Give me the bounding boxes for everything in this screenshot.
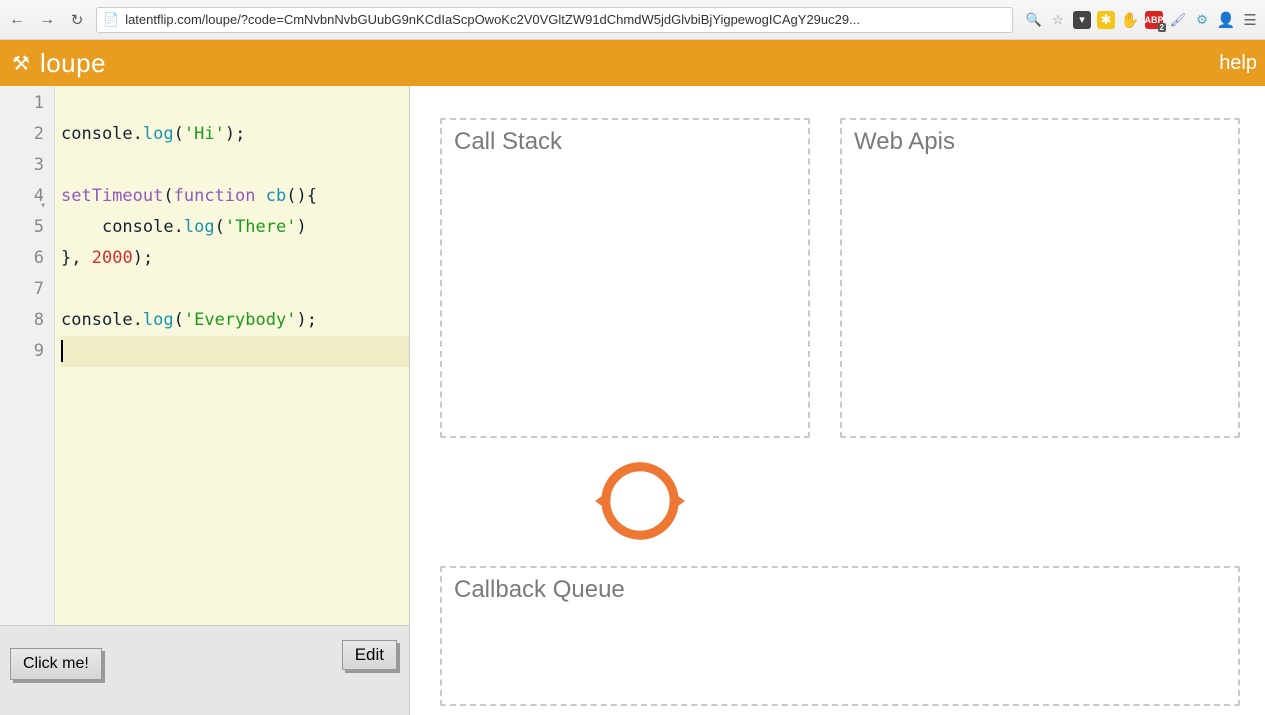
callback-queue-panel: Callback Queue bbox=[440, 566, 1240, 706]
callback-queue-title: Callback Queue bbox=[442, 568, 1238, 612]
line-number: 6 bbox=[0, 243, 44, 274]
zoom-icon[interactable]: 🔍 bbox=[1025, 11, 1043, 29]
privacy-mask-icon[interactable]: 👤 bbox=[1217, 11, 1235, 29]
click-me-button[interactable]: Click me! bbox=[10, 648, 102, 680]
code-line[interactable] bbox=[61, 150, 409, 181]
url-text: latentflip.com/loupe/?code=CmNvbnNvbGUub… bbox=[125, 12, 860, 27]
code-line[interactable]: console.log('There') bbox=[61, 212, 409, 243]
editor-pane: Save +↖ Run 123456789 console.log('Hi');… bbox=[0, 86, 410, 715]
back-button[interactable]: ← bbox=[6, 9, 28, 31]
extension-icons: 🔍 ☆ ▾ ✱ ✋ ABP 🖌 ⚙ 👤 ☰ bbox=[1021, 11, 1259, 29]
call-stack-title: Call Stack bbox=[442, 120, 808, 164]
pocket-icon[interactable]: ▾ bbox=[1073, 11, 1091, 29]
ublock-icon[interactable]: ✋ bbox=[1121, 11, 1139, 29]
code-line[interactable]: setTimeout(function cb(){ bbox=[61, 181, 409, 212]
web-apis-panel: Web Apis bbox=[840, 118, 1240, 438]
code-line[interactable]: console.log('Hi'); bbox=[61, 119, 409, 150]
code-line[interactable]: }, 2000); bbox=[61, 243, 409, 274]
help-link[interactable]: help bbox=[1219, 52, 1257, 75]
line-number: 9 bbox=[0, 336, 44, 367]
line-number: 5 bbox=[0, 212, 44, 243]
line-gutter: 123456789 bbox=[0, 86, 55, 625]
line-number: 3 bbox=[0, 150, 44, 181]
browser-toolbar: ← → ↻ 📄 latentflip.com/loupe/?code=CmNvb… bbox=[0, 0, 1265, 40]
line-number: 2 bbox=[0, 119, 44, 150]
bookmark-star-icon[interactable]: ☆ bbox=[1049, 11, 1067, 29]
address-bar[interactable]: 📄 latentflip.com/loupe/?code=CmNvbnNvbGU… bbox=[96, 7, 1013, 33]
call-stack-panel: Call Stack bbox=[440, 118, 810, 438]
text-cursor bbox=[61, 340, 63, 362]
code-line[interactable] bbox=[61, 88, 409, 119]
web-apis-title: Web Apis bbox=[842, 120, 1238, 164]
code-area[interactable]: console.log('Hi'); setTimeout(function cb… bbox=[55, 86, 409, 625]
adblock-plus-icon[interactable]: ABP bbox=[1145, 11, 1163, 29]
page-icon: 📄 bbox=[103, 12, 119, 28]
chrome-menu-icon[interactable]: ☰ bbox=[1241, 11, 1259, 29]
line-number: 8 bbox=[0, 305, 44, 336]
line-number: 4 bbox=[0, 181, 44, 212]
bug-icon[interactable]: ⚙ bbox=[1193, 11, 1211, 29]
line-number: 7 bbox=[0, 274, 44, 305]
code-line[interactable]: console.log('Everybody'); bbox=[61, 305, 409, 336]
app-header: ⚒ loupe help bbox=[0, 40, 1265, 86]
reload-button[interactable]: ↻ bbox=[66, 9, 88, 31]
line-number: 1 bbox=[0, 88, 44, 119]
event-loop-icon bbox=[590, 456, 690, 546]
code-line[interactable] bbox=[61, 274, 409, 305]
color-picker-icon[interactable]: 🖌 bbox=[1169, 11, 1187, 29]
code-line[interactable] bbox=[61, 336, 409, 367]
editor-footer: Click me! Edit bbox=[0, 625, 409, 715]
app-title: loupe bbox=[40, 48, 106, 79]
extension-puzzle-icon[interactable]: ✱ bbox=[1097, 11, 1115, 29]
tools-icon: ⚒ bbox=[12, 51, 30, 76]
forward-button[interactable]: → bbox=[36, 9, 58, 31]
code-editor[interactable]: Save +↖ Run 123456789 console.log('Hi');… bbox=[0, 86, 409, 625]
edit-button[interactable]: Edit bbox=[342, 640, 397, 670]
visualization-pane: Call Stack Web Apis Callback Queue bbox=[410, 86, 1265, 715]
